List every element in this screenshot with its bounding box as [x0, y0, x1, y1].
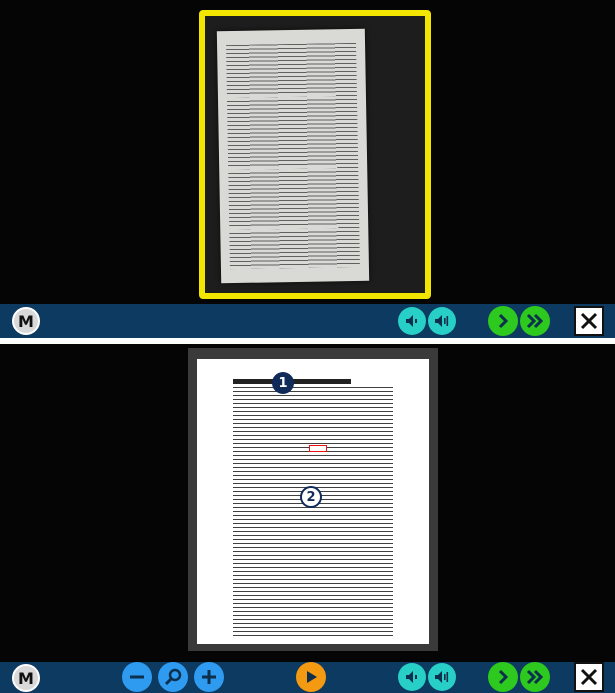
camera-preview-screen: M [0, 0, 615, 338]
speaker-low-icon [406, 315, 417, 327]
plus-icon [202, 670, 216, 684]
speaker-high-button[interactable] [428, 307, 456, 335]
menu-button-label: M [18, 311, 34, 331]
marker-badge-1: 1 [272, 372, 294, 394]
marker-badge-2: 2 [300, 486, 322, 508]
next-button[interactable] [488, 306, 518, 336]
document-text-lines [226, 42, 360, 270]
fast-forward-button[interactable] [520, 662, 550, 692]
fast-forward-button[interactable] [520, 306, 550, 336]
zoom-button[interactable] [158, 662, 188, 692]
document-page [216, 28, 370, 284]
close-icon [580, 312, 598, 330]
menu-button-label: M [18, 668, 34, 688]
chevron-right-icon [498, 313, 509, 329]
speaker-high-icon [435, 315, 449, 327]
marker-badge-1-label: 1 [278, 375, 288, 391]
capture-frame[interactable] [199, 10, 431, 299]
speaker-low-button[interactable] [398, 307, 426, 335]
document-text-lines [233, 387, 393, 638]
play-button[interactable] [296, 662, 326, 692]
marker-badge-2-label: 2 [306, 489, 316, 505]
zoom-in-button[interactable] [194, 662, 224, 692]
zoom-out-button[interactable] [122, 662, 152, 692]
speaker-low-icon [406, 671, 417, 683]
bottom-toolbar: M [0, 304, 615, 338]
next-button[interactable] [488, 662, 518, 692]
menu-button[interactable]: M [12, 307, 40, 335]
speaker-high-icon [435, 671, 449, 683]
bottom-toolbar: M [0, 662, 615, 693]
close-button[interactable] [574, 306, 604, 336]
double-chevron-right-icon [526, 669, 544, 685]
minus-icon [130, 675, 144, 679]
speaker-high-button[interactable] [428, 663, 456, 691]
close-button[interactable] [574, 662, 604, 692]
speaker-low-button[interactable] [398, 663, 426, 691]
magnifier-icon [164, 668, 182, 686]
menu-button[interactable]: M [12, 664, 40, 692]
play-icon [307, 671, 317, 683]
reading-view-screen: 1 2 M [0, 344, 615, 693]
current-word-highlight [309, 445, 327, 452]
double-chevron-right-icon [526, 313, 544, 329]
close-icon [580, 668, 598, 686]
chevron-right-icon [498, 669, 509, 685]
